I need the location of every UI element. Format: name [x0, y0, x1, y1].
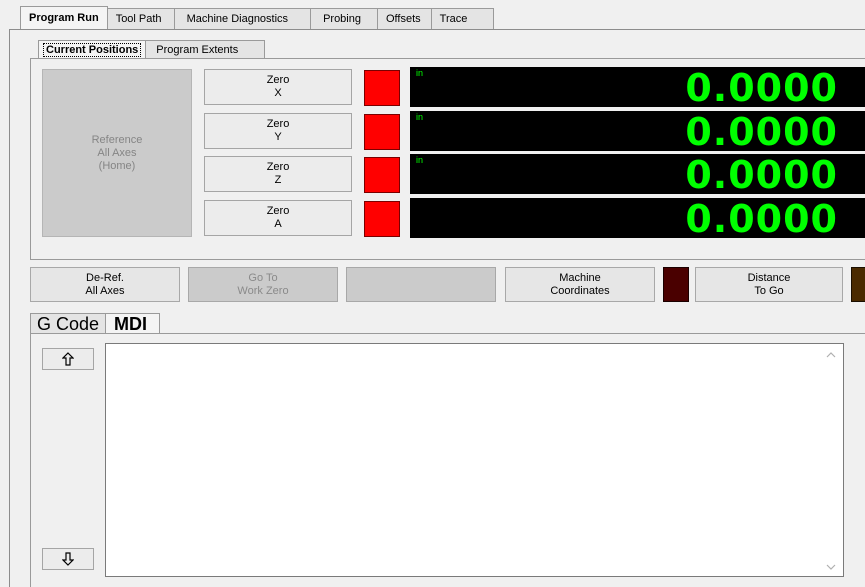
- tab-g-code[interactable]: G Code: [30, 313, 107, 334]
- z-position-value: 0.0000: [685, 153, 838, 197]
- x-unit-label: in: [416, 68, 424, 78]
- scroll-down-icon[interactable]: [826, 563, 836, 573]
- reference-line2: All Axes: [97, 146, 137, 159]
- arrow-up-icon: [62, 352, 74, 366]
- reference-line1: Reference: [91, 133, 143, 146]
- mdi-input[interactable]: [105, 343, 844, 577]
- y-reference-led: [364, 114, 400, 150]
- distance-line1: Distance: [747, 271, 791, 284]
- zero-x-button[interactable]: Zero X: [204, 69, 352, 105]
- zero-x-axis: X: [274, 87, 282, 99]
- history-down-button[interactable]: [42, 548, 94, 570]
- x-position-value: 0.0000: [685, 66, 838, 110]
- zero-a-label: Zero: [266, 205, 290, 217]
- z-unit-label: in: [416, 155, 424, 165]
- zero-x-label: Zero: [266, 74, 290, 86]
- x-position-dro: in 0.0000: [410, 66, 865, 110]
- z-position-dro: in 0.0000: [410, 153, 865, 197]
- a-position-dro: 0.0000: [410, 197, 865, 241]
- tab-current-positions-label: Current Positions: [43, 42, 142, 57]
- z-reference-led: [364, 157, 400, 193]
- tab-program-run[interactable]: Program Run: [20, 6, 108, 29]
- machine-coordinates-led: [663, 267, 689, 302]
- goto-work-zero-button[interactable]: Go To Work Zero: [188, 267, 338, 302]
- reference-all-axes-button[interactable]: Reference All Axes (Home): [42, 69, 192, 237]
- lower-tab-bar: G Code MDI: [30, 313, 161, 334]
- y-position-dro: in 0.0000: [410, 110, 865, 154]
- tab-trace[interactable]: Trace: [430, 8, 495, 29]
- x-reference-led: [364, 70, 400, 106]
- goto-line2: Work Zero: [237, 284, 289, 297]
- a-position-value: 0.0000: [685, 197, 838, 241]
- deref-line2: All Axes: [85, 284, 125, 297]
- a-reference-led: [364, 201, 400, 237]
- tab-machine-diagnostics[interactable]: Machine Diagnostics: [173, 8, 312, 29]
- zero-z-axis: Z: [274, 174, 282, 186]
- main-window: Program Run Tool Path Machine Diagnostic…: [0, 0, 865, 587]
- tab-current-positions[interactable]: Current Positions: [38, 40, 147, 58]
- tab-probing[interactable]: Probing: [310, 8, 378, 29]
- blank-button[interactable]: [346, 267, 496, 302]
- zero-y-button[interactable]: Zero Y: [204, 113, 352, 149]
- deref-all-axes-button[interactable]: De-Ref. All Axes: [30, 267, 180, 302]
- y-position-value: 0.0000: [685, 110, 838, 154]
- distance-to-go-led: [851, 267, 865, 302]
- tab-program-extents[interactable]: Program Extents: [145, 40, 266, 58]
- tab-offsets[interactable]: Offsets: [376, 8, 432, 29]
- zero-a-axis: A: [274, 218, 282, 230]
- history-up-button[interactable]: [42, 348, 94, 370]
- reference-line3: (Home): [98, 159, 136, 172]
- zero-a-button[interactable]: Zero A: [204, 200, 352, 236]
- machine-coordinates-button[interactable]: Machine Coordinates: [505, 267, 655, 302]
- machine-line1: Machine: [559, 271, 601, 284]
- zero-y-axis: Y: [274, 131, 282, 143]
- distance-line2: To Go: [754, 284, 784, 297]
- zero-y-label: Zero: [266, 118, 290, 130]
- zero-z-label: Zero: [266, 161, 290, 173]
- tab-mdi[interactable]: MDI: [105, 313, 161, 334]
- zero-z-button[interactable]: Zero Z: [204, 156, 352, 192]
- goto-line1: Go To: [248, 271, 278, 284]
- arrow-down-icon: [62, 552, 74, 566]
- sub-tab-bar: Current Positions Program Extents: [38, 40, 266, 58]
- tab-tool-path[interactable]: Tool Path: [106, 8, 175, 29]
- distance-to-go-button[interactable]: Distance To Go: [695, 267, 843, 302]
- deref-line1: De-Ref.: [86, 271, 124, 284]
- scroll-up-icon[interactable]: [826, 349, 836, 359]
- machine-line2: Coordinates: [550, 284, 610, 297]
- top-tab-bar: Program Run Tool Path Machine Diagnostic…: [20, 6, 495, 29]
- y-unit-label: in: [416, 112, 424, 122]
